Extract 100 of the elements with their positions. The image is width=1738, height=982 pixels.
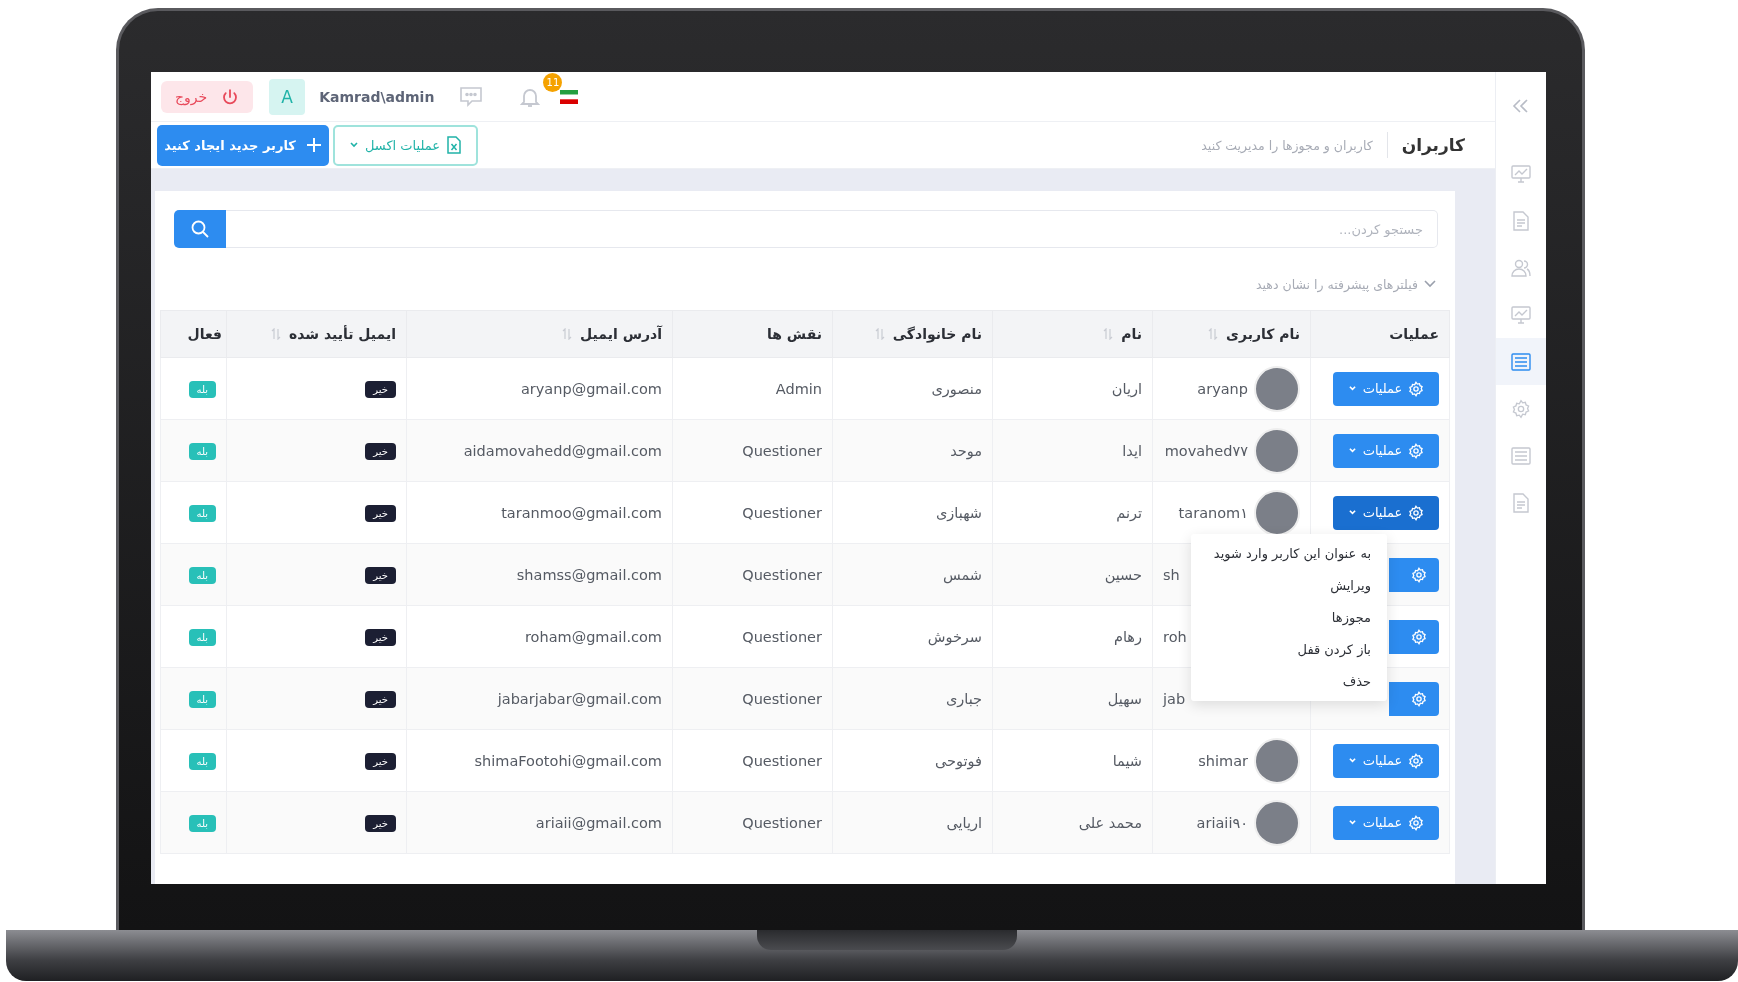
actions-button[interactable]: [1389, 681, 1439, 716]
table-cell: aryanp@gmail.com: [520, 380, 662, 397]
status-badge: بله: [188, 566, 216, 584]
monitor-chart-icon: [1511, 164, 1531, 183]
table-cell: رهام: [1113, 628, 1142, 645]
table-cell: اریایی: [946, 814, 982, 831]
table-cell: Questioner: [742, 628, 822, 645]
caret-icon: [348, 141, 359, 149]
actions-button[interactable]: عملیات: [1333, 495, 1439, 530]
list-icon: [1511, 352, 1531, 371]
flag-icon[interactable]: [560, 89, 579, 104]
table-cell: فوتوحی: [935, 752, 982, 769]
table-cell: Admin: [775, 380, 822, 397]
column-header: عملیات: [1310, 310, 1450, 358]
table-cell: ariaii۹۰: [1196, 814, 1248, 831]
table-cell: aidamovahedd@gmail.com: [463, 442, 662, 459]
column-header[interactable]: آدرس ایمیل: [406, 310, 673, 358]
gear-icon: [1408, 814, 1425, 831]
plus-icon: [305, 137, 322, 153]
status-badge: خیر: [365, 380, 396, 398]
document-icon: [1512, 492, 1530, 513]
collapse-icon[interactable]: [1512, 98, 1530, 114]
page-subtitle: کاربران و مجوزها را مدیریت کنید: [1201, 137, 1373, 153]
column-header[interactable]: نام کاربری: [1152, 310, 1311, 358]
column-header: فعال: [160, 310, 227, 358]
table-cell: منصوری: [931, 380, 982, 397]
table-cell: Questioner: [742, 504, 822, 521]
page-title: کاربران: [1401, 135, 1465, 155]
chat-icon[interactable]: [458, 85, 485, 108]
table-cell: شمس: [942, 566, 982, 583]
table-cell: موحد: [950, 442, 982, 459]
table-cell: Questioner: [742, 752, 822, 769]
column-header: نقش ها: [672, 310, 833, 358]
table-cell: Questioner: [742, 690, 822, 707]
gear-icon: [1511, 398, 1531, 419]
table-cell: shamss@gmail.com: [516, 566, 662, 583]
table-cell: roham@gmail.com: [524, 628, 662, 645]
status-badge: بله: [188, 814, 216, 832]
table-cell: roh: [1163, 628, 1187, 645]
gear-icon: [1408, 504, 1425, 521]
sort-icon: [562, 328, 573, 340]
status-badge: خیر: [365, 566, 396, 584]
list-icon: [1511, 446, 1531, 465]
table-cell: محمد علی: [1078, 814, 1142, 831]
table-cell: jab: [1163, 690, 1186, 707]
status-badge: بله: [188, 690, 216, 708]
spreadsheet-icon: [446, 136, 463, 154]
table-cell: جباری: [945, 690, 982, 707]
table-cell: taranmoo@gmail.com: [501, 504, 662, 521]
table-cell: ایدا: [1122, 442, 1142, 459]
caret-icon: [1347, 509, 1357, 516]
table-cell: اریان: [1111, 380, 1142, 397]
status-badge: خیر: [365, 752, 396, 770]
table-cell: movahed۷۷: [1164, 442, 1248, 459]
table-cell: شیما: [1112, 752, 1142, 769]
table-cell: حسین: [1104, 566, 1142, 583]
gear-icon: [1411, 566, 1427, 583]
status-badge: بله: [188, 442, 216, 460]
menu-item[interactable]: باز کردن قفل: [1297, 642, 1371, 657]
actions-button[interactable]: [1389, 557, 1439, 592]
table-cell: Questioner: [742, 566, 822, 583]
monitor-chart-icon: [1511, 305, 1531, 324]
table-cell: taranom۱: [1178, 504, 1248, 521]
status-badge: خیر: [365, 690, 396, 708]
document-icon: [1512, 210, 1530, 231]
table-cell: شهبازی: [936, 504, 982, 521]
search-button[interactable]: [174, 210, 226, 248]
column-header[interactable]: ایمیل تأیید شده: [226, 310, 407, 358]
gear-icon: [1408, 442, 1425, 459]
menu-item[interactable]: ویرایش: [1330, 578, 1371, 593]
search-field[interactable]: جستجو کردن...: [226, 210, 1438, 248]
table-cell: shimaFootohi@gmail.com: [474, 752, 662, 769]
caret-icon: [1347, 385, 1357, 392]
search-icon: [190, 219, 210, 239]
power-icon: [221, 87, 240, 106]
table-cell: sh: [1163, 566, 1180, 583]
sort-icon: [270, 328, 281, 340]
caret-icon: [1347, 447, 1357, 454]
actions-button[interactable]: [1389, 619, 1439, 654]
menu-item[interactable]: حذف: [1342, 674, 1371, 689]
sort-icon: [1208, 328, 1219, 340]
column-header[interactable]: نام خانوادگی: [832, 310, 993, 358]
menu-item[interactable]: مجوزها: [1331, 610, 1371, 625]
column-header[interactable]: نام: [992, 310, 1153, 358]
gear-icon: [1408, 380, 1425, 397]
status-badge: خیر: [365, 504, 396, 522]
menu-item[interactable]: به عنوان این کاربر وارد شوید: [1213, 546, 1371, 561]
table-cell: ترنم: [1116, 504, 1142, 521]
table-cell: jabarjabar@gmail.com: [497, 690, 662, 707]
status-badge: خیر: [365, 442, 396, 460]
gear-icon: [1411, 690, 1427, 707]
table-cell: aryanp: [1197, 380, 1248, 397]
status-badge: بله: [188, 504, 216, 522]
sidebar-item[interactable]: [1496, 338, 1546, 385]
table-cell: Questioner: [742, 814, 822, 831]
status-badge: بله: [188, 380, 216, 398]
caret-icon: [1347, 819, 1357, 826]
sort-icon: [1103, 328, 1114, 340]
table-cell: shimar: [1198, 752, 1248, 769]
status-badge: بله: [188, 752, 216, 770]
